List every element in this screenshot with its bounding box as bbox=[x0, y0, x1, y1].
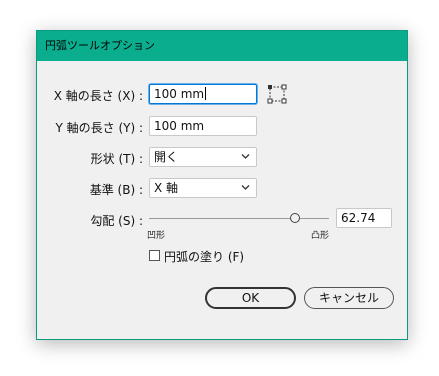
slope-value: 62.74 bbox=[341, 211, 376, 225]
cancel-button[interactable]: キャンセル bbox=[304, 287, 394, 309]
reference-point-icon[interactable] bbox=[267, 84, 287, 104]
ok-button[interactable]: OK bbox=[205, 287, 296, 309]
y-length-label: Y 軸の長さ (Y) : bbox=[55, 121, 143, 135]
slope-value-input[interactable]: 62.74 bbox=[336, 208, 392, 228]
chevron-down-icon bbox=[241, 154, 250, 159]
chevron-down-icon bbox=[241, 185, 250, 190]
base-select[interactable]: X 軸 bbox=[149, 178, 257, 198]
fill-arc-label[interactable]: 円弧の塗り (F) bbox=[164, 248, 244, 265]
fill-arc-checkbox[interactable] bbox=[149, 250, 160, 261]
slope-slider-track[interactable] bbox=[149, 218, 329, 219]
base-label: 基準 (B) : bbox=[89, 183, 143, 197]
arc-tool-options-dialog: 円弧ツールオプション X 軸の長さ (X) : 100 mm Y 軸の長さ (Y… bbox=[36, 30, 408, 340]
x-length-input[interactable]: 100 mm bbox=[149, 84, 257, 104]
slope-min-label: 凹形 bbox=[147, 231, 166, 241]
slope-max-label: 凸形 bbox=[311, 231, 330, 241]
slope-label: 勾配 (S) : bbox=[90, 214, 143, 228]
y-length-value: 100 mm bbox=[154, 119, 205, 133]
text-caret bbox=[205, 87, 207, 100]
type-selected-value: 開く bbox=[154, 150, 179, 164]
slope-slider-handle[interactable] bbox=[290, 213, 301, 223]
type-label: 形状 (T) : bbox=[90, 152, 143, 166]
x-length-label: X 軸の長さ (X) : bbox=[53, 89, 143, 103]
y-length-input[interactable]: 100 mm bbox=[149, 116, 257, 136]
dialog-title: 円弧ツールオプション bbox=[37, 31, 407, 61]
x-length-value: 100 mm bbox=[154, 87, 205, 101]
type-select[interactable]: 開く bbox=[149, 147, 257, 167]
base-selected-value: X 軸 bbox=[154, 181, 179, 195]
